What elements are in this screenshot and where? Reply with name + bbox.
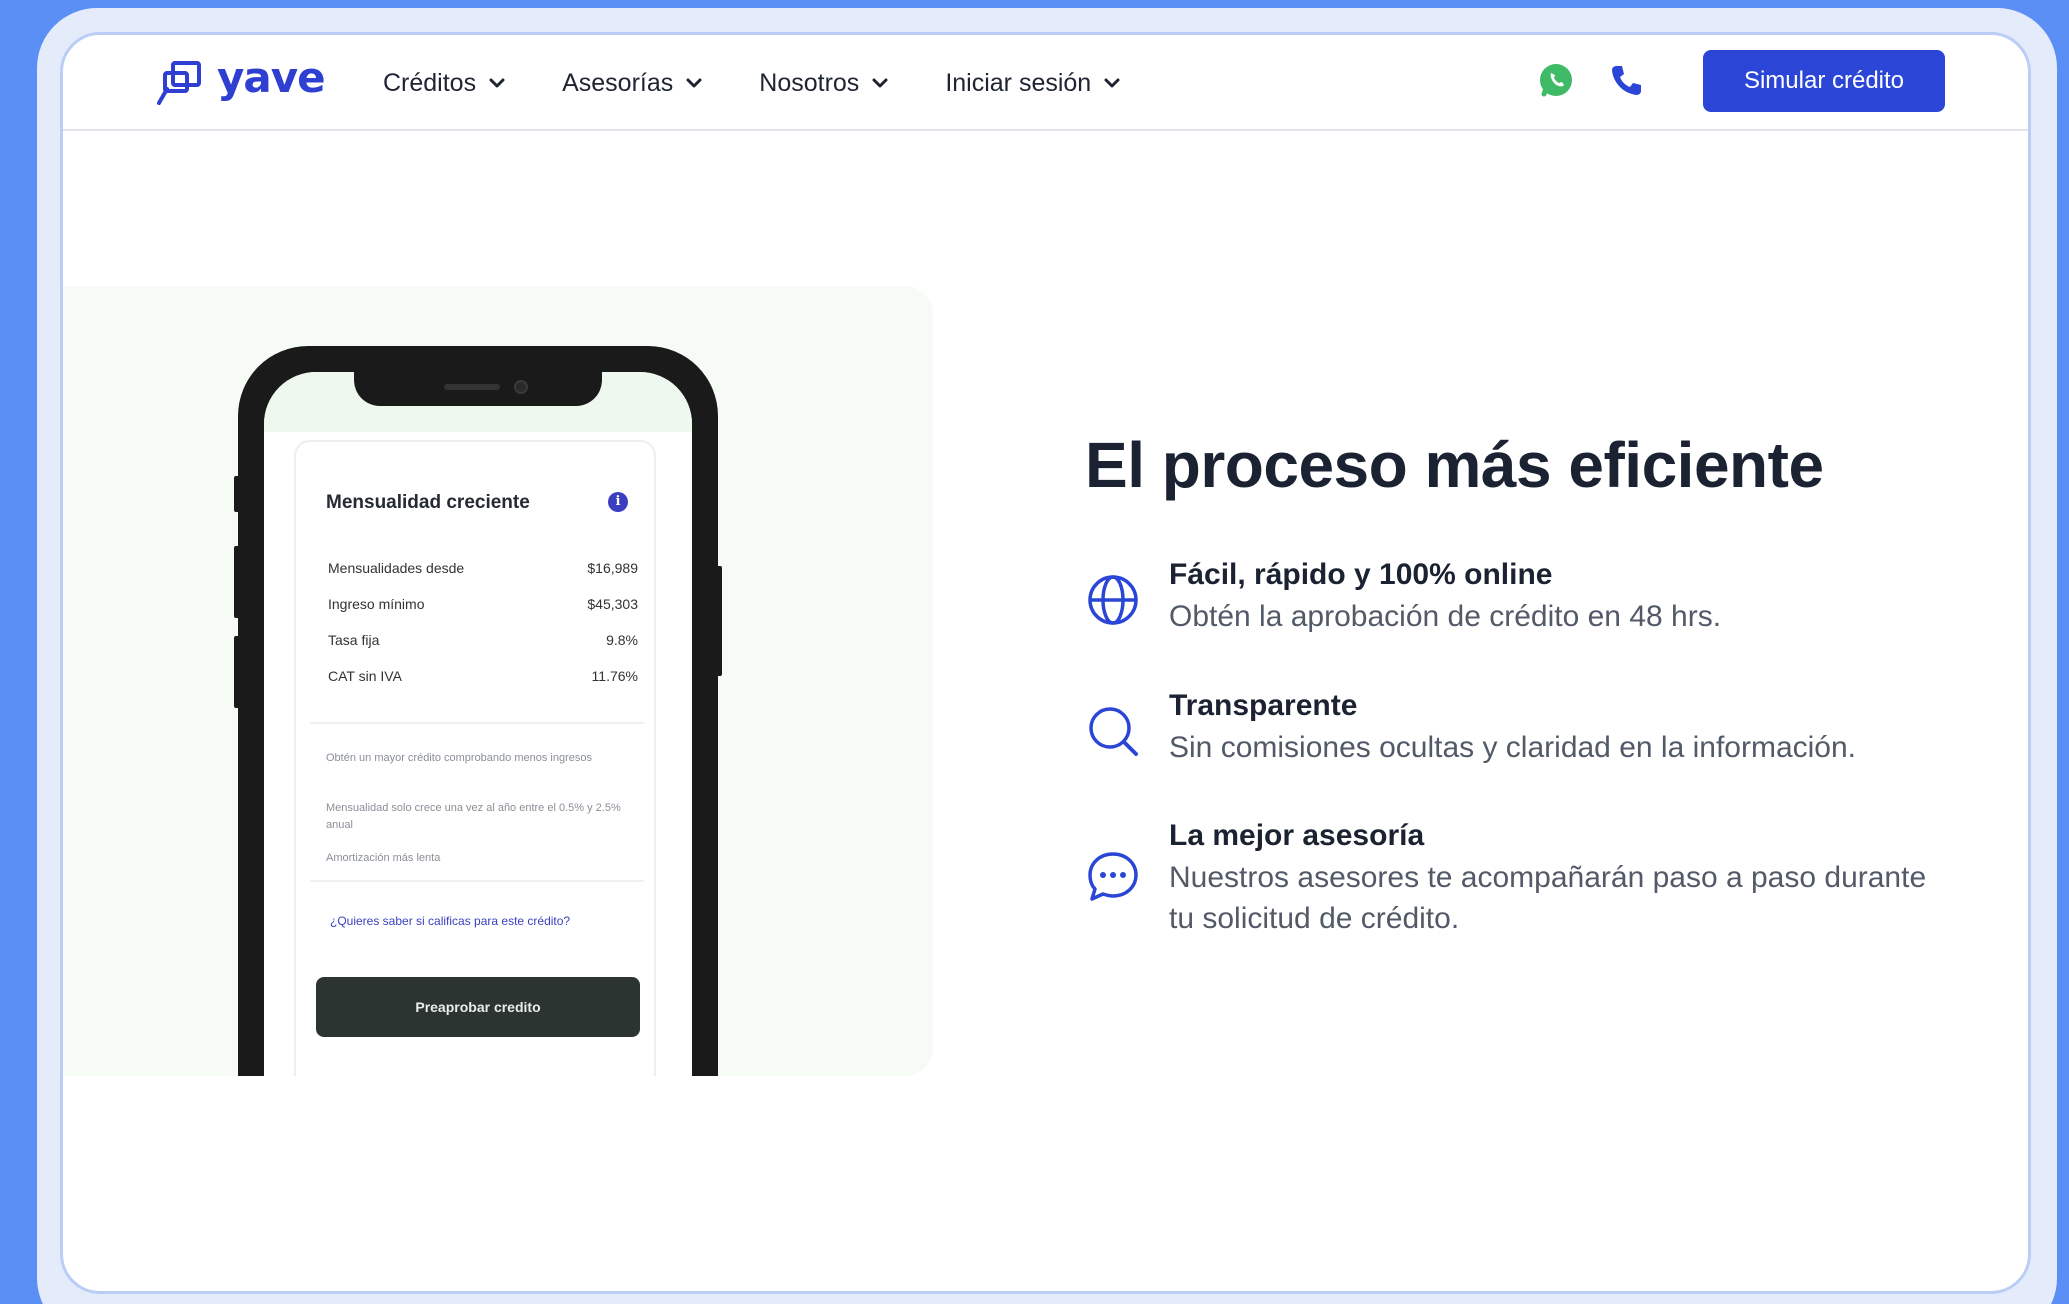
feature-text: Fácil, rápido y 100% online Obtén la apr…: [1169, 558, 1721, 637]
nav-item-label: Nosotros: [759, 68, 860, 97]
feature-desc: Sin comisiones ocultas y claridad en la …: [1169, 731, 1856, 764]
chevron-down-icon: [489, 78, 505, 88]
credit-title: Mensualidad creciente: [326, 492, 530, 513]
credit-card-panel: Mensualidad creciente i Mensualidades de…: [294, 440, 656, 1076]
phone-side-button: [234, 636, 242, 708]
simulate-credit-button[interactable]: Simular crédito: [1703, 50, 1945, 112]
phone-notch: [354, 372, 602, 406]
feature-text: Transparente Sin comisiones ocultas y cl…: [1169, 689, 1856, 768]
nav-item-label: Créditos: [383, 68, 477, 97]
feature-desc: Obtén la aprobación de crédito en 48 hrs…: [1169, 600, 1722, 633]
feature-text: La mejor asesoría Nuestros asesores te a…: [1169, 819, 1929, 939]
feature-desc: Nuestros asesores te acompañarán paso a …: [1169, 861, 1927, 935]
nav-item-creditos[interactable]: Créditos: [383, 69, 506, 98]
logo-icon: [157, 61, 201, 105]
logo[interactable]: yave: [155, 53, 326, 109]
feature-item: Fácil, rápido y 100% online Obtén la apr…: [1085, 558, 1721, 637]
chevron-down-icon: [1104, 78, 1120, 88]
credit-row: CAT sin IVA 11.76%: [328, 668, 638, 684]
credit-row: Tasa fija 9.8%: [328, 632, 638, 648]
nav-item-label: Asesorías: [562, 68, 674, 97]
preapprove-button[interactable]: Preaprobar credito: [316, 977, 640, 1037]
search-icon: [1089, 707, 1138, 756]
globe-icon: [1088, 575, 1138, 625]
chat-bubble-icon: [1088, 852, 1138, 901]
phone-icon[interactable]: [1606, 60, 1646, 100]
phone-side-button: [714, 566, 722, 676]
phone-screen: Mensualidad creciente i Mensualidades de…: [264, 372, 692, 1076]
feature-title: Fácil, rápido y 100% online: [1169, 558, 1553, 591]
nav-item-iniciar-sesion[interactable]: Iniciar sesión: [945, 69, 1121, 98]
contact-icons: [1536, 60, 1646, 100]
phone-side-button: [234, 546, 242, 618]
nav-item-asesorias[interactable]: Asesorías: [562, 69, 703, 98]
nav-item-nosotros[interactable]: Nosotros: [759, 69, 889, 98]
whatsapp-icon[interactable]: [1536, 60, 1576, 100]
logo-wordmark: yave: [217, 53, 326, 102]
feature-title: Transparente: [1169, 689, 1358, 722]
nav-item-label: Iniciar sesión: [945, 68, 1092, 97]
chevron-down-icon: [872, 78, 888, 88]
feature-item: La mejor asesoría Nuestros asesores te a…: [1085, 819, 1929, 939]
note-text: Mensualidad solo crece una vez al año en…: [326, 802, 621, 831]
phone-mockup: Mensualidad creciente i Mensualidades de…: [234, 346, 722, 1076]
feature-item: Transparente Sin comisiones ocultas y cl…: [1085, 689, 1856, 768]
info-icon[interactable]: i: [608, 492, 628, 512]
divider: [310, 880, 644, 882]
credit-row: Ingreso mínimo $45,303: [328, 596, 638, 612]
qualify-link[interactable]: ¿Quieres saber si calificas para este cr…: [330, 914, 570, 928]
note-text: Obtén un mayor crédito comprobando menos…: [326, 752, 592, 764]
chevron-down-icon: [686, 78, 702, 88]
note-text: Amortización más lenta: [326, 852, 441, 864]
divider: [310, 722, 644, 724]
credit-row: Mensualidades desde $16,989: [328, 560, 638, 576]
feature-title: La mejor asesoría: [1169, 819, 1425, 852]
section-headline: El proceso más eficiente: [1085, 429, 1824, 501]
main-nav: Créditos Asesorías Nosotros Iniciar sesi…: [383, 35, 1177, 131]
phone-side-button: [234, 476, 242, 512]
phone-illustration-card: Mensualidad creciente i Mensualidades de…: [63, 286, 933, 1076]
